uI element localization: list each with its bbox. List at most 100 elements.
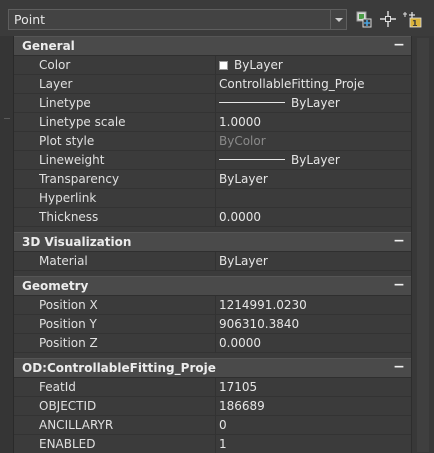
property-grid: General − Color ByLayer Layer ControllableFit… (14, 36, 411, 453)
properties-toolbar: Point 1 (0, 0, 434, 36)
property-value-text: ByLayer (234, 58, 283, 72)
column-divider (215, 378, 216, 397)
property-value[interactable]: 0.0000 (219, 336, 407, 350)
property-value[interactable]: 1.0000 (219, 115, 407, 129)
property-row[interactable]: Position X 1214991.0230 (14, 296, 411, 315)
column-divider (215, 151, 216, 170)
property-value[interactable]: ByLayer (219, 96, 407, 110)
property-row[interactable]: Linetype ByLayer (14, 94, 411, 113)
property-row[interactable]: Hyperlink (14, 189, 411, 208)
select-objects-button[interactable] (378, 9, 398, 29)
property-value[interactable]: 17105 (219, 380, 407, 394)
property-label: FeatId (39, 380, 76, 394)
property-label: Lineweight (39, 153, 105, 167)
property-value[interactable]: 186689 (219, 399, 407, 413)
property-row[interactable]: Position Z 0.0000 (14, 334, 411, 353)
column-divider (215, 189, 216, 208)
property-row[interactable]: ANCILLARYR 0 (14, 416, 411, 435)
quick-select-icon (356, 11, 372, 28)
column-divider (215, 170, 216, 189)
column-divider (215, 94, 216, 113)
property-row[interactable]: Transparency ByLayer (14, 170, 411, 189)
property-row[interactable]: Color ByLayer (14, 56, 411, 75)
property-value-text: ByColor (219, 134, 266, 148)
property-label: ENABLED (39, 437, 96, 451)
property-row[interactable]: Position Y 906310.3840 (14, 315, 411, 334)
column-divider (215, 296, 216, 315)
collapse-icon[interactable]: − (393, 359, 405, 377)
section-title: Geometry (22, 279, 89, 293)
property-label: Material (39, 254, 88, 268)
property-value-text: ControllableFitting_Proje (219, 77, 365, 91)
chevron-down-icon[interactable] (330, 10, 346, 29)
property-label: Position Z (39, 336, 98, 350)
collapse-icon[interactable]: − (393, 37, 405, 55)
property-value-text: 1.0000 (219, 115, 261, 129)
linetype-preview-icon (219, 102, 285, 103)
property-value-text: 0.0000 (219, 210, 261, 224)
property-value[interactable]: ControllableFitting_Proje (219, 77, 407, 91)
property-value-text: 906310.3840 (219, 317, 300, 331)
property-label: Layer (39, 77, 73, 91)
column-divider (215, 252, 216, 271)
property-label: Plot style (39, 134, 95, 148)
property-row[interactable]: OBJECTID 186689 (14, 397, 411, 416)
section-title: General (22, 39, 75, 53)
column-divider (215, 56, 216, 75)
quick-select-button[interactable] (353, 9, 373, 29)
property-value[interactable]: ByLayer (219, 58, 407, 72)
column-divider (215, 416, 216, 435)
toggle-pickadd-button[interactable]: 1 (403, 9, 423, 29)
property-label: Color (39, 58, 71, 72)
section-title: 3D Visualization (22, 235, 132, 249)
property-value-text: 0 (219, 418, 227, 432)
property-value[interactable]: 1214991.0230 (219, 298, 407, 312)
select-objects-icon (380, 11, 396, 27)
property-row[interactable]: Linetype scale 1.0000 (14, 113, 411, 132)
property-label: Position X (39, 298, 98, 312)
object-type-value: Point (14, 12, 46, 27)
property-value[interactable]: 1 (219, 437, 407, 451)
section-header[interactable]: Geometry − (14, 276, 411, 296)
property-value-text: 0.0000 (219, 336, 261, 350)
left-panel-strip (0, 36, 14, 453)
property-label: Position Y (39, 317, 97, 331)
property-value[interactable]: 0.0000 (219, 210, 407, 224)
property-value[interactable]: ByLayer (219, 254, 407, 268)
property-label: Transparency (39, 172, 120, 186)
property-row[interactable]: Layer ControllableFitting_Proje (14, 75, 411, 94)
section-header[interactable]: OD:ControllableFitting_Proje − (14, 358, 411, 378)
section-header[interactable]: General − (14, 36, 411, 56)
property-value[interactable]: 906310.3840 (219, 317, 407, 331)
property-value[interactable]: ByColor (219, 134, 407, 148)
property-row[interactable]: FeatId 17105 (14, 378, 411, 397)
property-label: Hyperlink (39, 191, 97, 205)
column-divider (215, 397, 216, 416)
collapse-icon[interactable]: − (393, 277, 405, 295)
property-row[interactable]: Plot style ByColor (14, 132, 411, 151)
property-value-text: 1214991.0230 (219, 298, 307, 312)
section-header[interactable]: 3D Visualization − (14, 232, 411, 252)
property-value-text: ByLayer (291, 96, 340, 110)
property-value[interactable]: ByLayer (219, 172, 407, 186)
property-label: Linetype (39, 96, 91, 110)
pickadd-toggle-icon: 1 (403, 12, 422, 28)
property-label: Linetype scale (39, 115, 126, 129)
property-value[interactable]: 0 (219, 418, 407, 432)
property-label: Thickness (39, 210, 99, 224)
property-label: OBJECTID (39, 399, 97, 413)
property-row[interactable]: Thickness 0.0000 (14, 208, 411, 227)
property-value[interactable]: ByLayer (219, 153, 407, 167)
property-row[interactable]: ENABLED 1 (14, 435, 411, 453)
properties-palette: Point 1 General − Color ByLayer Layer Co… (0, 0, 434, 453)
vertical-scrollbar[interactable] (411, 36, 434, 453)
property-row[interactable]: Lineweight ByLayer (14, 151, 411, 170)
object-type-dropdown[interactable]: Point (8, 9, 347, 30)
property-label: ANCILLARYR (39, 418, 114, 432)
scrollbar-thumb[interactable] (417, 38, 429, 452)
property-value-text: 17105 (219, 380, 258, 394)
property-row[interactable]: Material ByLayer (14, 252, 411, 271)
collapse-icon[interactable]: − (393, 233, 405, 251)
color-swatch-icon (219, 61, 228, 70)
column-divider (215, 113, 216, 132)
